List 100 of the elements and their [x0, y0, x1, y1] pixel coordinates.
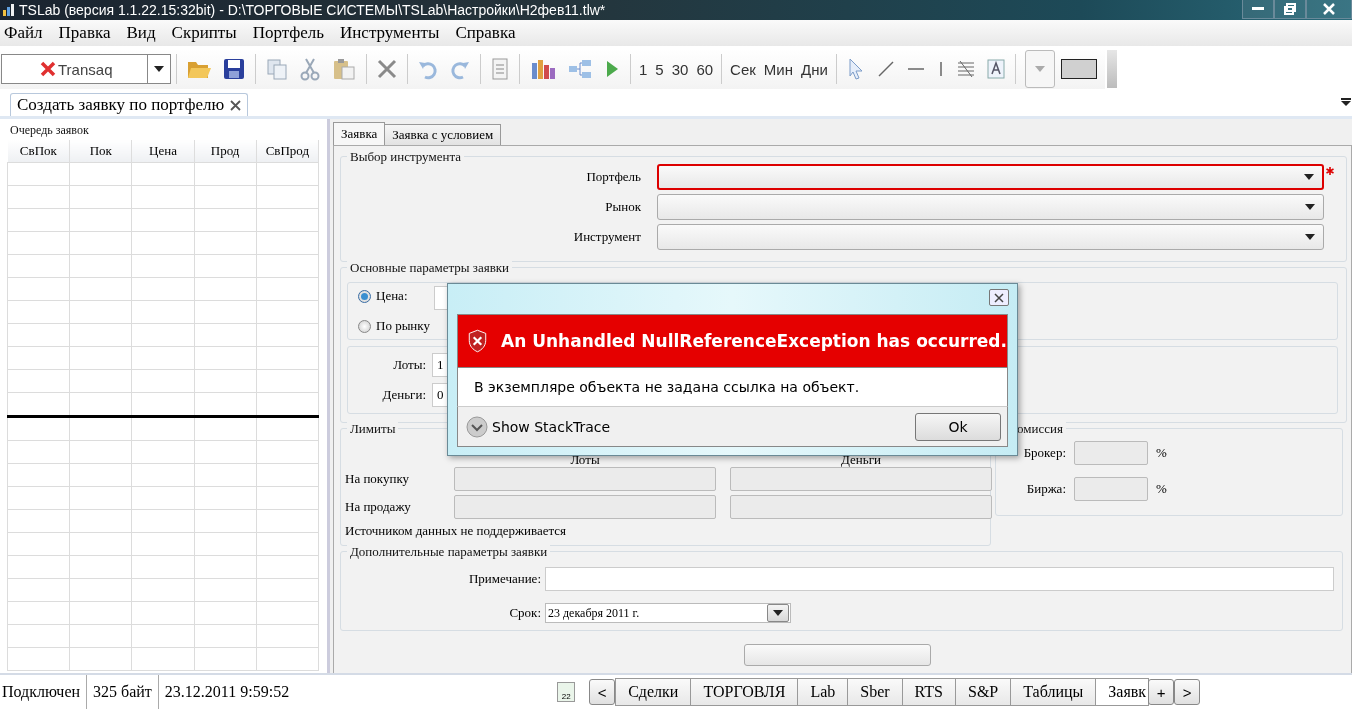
connection-status: Подключен: [0, 675, 88, 709]
panel-title: Очередь заявок: [10, 123, 90, 138]
dropdown-field[interactable]: [657, 194, 1324, 220]
workspace-tab[interactable]: Sber: [847, 678, 903, 706]
toolbar-grip[interactable]: [1106, 50, 1117, 88]
stack-trace-toggle[interactable]: Show StackTrace: [466, 415, 611, 438]
caret-icon: [773, 610, 783, 616]
workspace-tab[interactable]: ТОРГОВЛЯ: [690, 678, 799, 706]
field-label: Портфель: [585, 169, 642, 185]
menu-item[interactable]: Скрипты: [167, 23, 249, 43]
unit-label: %: [1156, 481, 1168, 497]
field-label: Биржа:: [1025, 481, 1066, 497]
interval-button[interactable]: 1: [636, 58, 651, 80]
menu-item[interactable]: Вид: [122, 23, 168, 43]
limit-field[interactable]: [454, 467, 716, 491]
row-label: На покупку: [345, 471, 411, 487]
dropdown-field[interactable]: [657, 224, 1324, 250]
caret-icon: [1305, 204, 1315, 210]
connector-dropdown[interactable]: Transaq: [1, 54, 171, 84]
minimize-button[interactable]: [1242, 0, 1274, 19]
menu-item[interactable]: Портфель: [248, 23, 336, 43]
radio-option[interactable]: Цена:: [358, 286, 434, 306]
workspace-tab[interactable]: Таблицы: [1010, 678, 1097, 706]
radio-button[interactable]: [358, 319, 371, 333]
required-icon: [1326, 167, 1334, 175]
field-label: Инструмент: [572, 229, 642, 245]
window-title: TSLab (версия 1.1.22.15:32bit) - D:\ТОРГОВЫЕ СИСТЕМЫ\TSLab\Настройки\H2фев11.tlw*: [19, 2, 606, 18]
interval-button[interactable]: 30: [668, 58, 692, 80]
commission-field[interactable]: [1074, 477, 1148, 501]
column-header[interactable]: Пок: [69, 140, 132, 163]
field-label: Лоты:: [392, 357, 427, 373]
unit-button[interactable]: Дни: [798, 58, 831, 80]
row-label: На продажу: [345, 499, 412, 515]
color-swatch[interactable]: [1060, 59, 1097, 79]
commission-field[interactable]: [1074, 441, 1148, 465]
close-icon: [994, 292, 1004, 303]
workspace-tab[interactable]: S&P: [955, 678, 1012, 706]
workspace-tab[interactable]: RTS: [901, 678, 956, 706]
calendar-icon[interactable]: 22: [557, 682, 576, 702]
workspace-tab[interactable]: Lab: [797, 678, 849, 706]
caret-icon: [154, 66, 164, 72]
limit-field[interactable]: [730, 467, 992, 491]
column-header[interactable]: Цена: [131, 140, 195, 163]
date-picker[interactable]: 23 декабря 2011 г.: [545, 603, 791, 623]
minimize-icon: [1252, 7, 1264, 11]
app-icon: [3, 4, 15, 16]
info-text: Источником данных не поддерживается: [345, 523, 568, 539]
limit-field[interactable]: [454, 495, 716, 519]
column-header[interactable]: СвПок: [7, 140, 70, 163]
radio-option[interactable]: По рынку: [358, 316, 434, 336]
cross-icon: [40, 60, 56, 78]
document-tab[interactable]: Создать заявку по портфелю: [10, 93, 249, 116]
field-label: Примечание:: [467, 571, 541, 587]
restore-button[interactable]: [1274, 0, 1306, 19]
dropdown-field[interactable]: [657, 164, 1324, 190]
add-tab-button[interactable]: +: [1148, 679, 1175, 705]
group-title: Выбор инструмента: [347, 149, 464, 165]
previous-button[interactable]: <: [589, 679, 616, 705]
form-tab[interactable]: Заявка с условием: [384, 124, 502, 145]
field-label: Срок:: [508, 605, 541, 621]
next-button[interactable]: >: [1174, 679, 1201, 705]
dialog-heading: An Unhandled NullReferenceException has occurred.: [501, 331, 1007, 351]
unit-label: %: [1156, 445, 1168, 461]
field-label: Рынок: [604, 199, 642, 215]
error-message: В экземпляре объекта не задана ссылка на объект.: [474, 379, 860, 395]
interval-button[interactable]: 60: [693, 58, 717, 80]
menu-item[interactable]: Инструменты: [336, 23, 452, 43]
menu-item[interactable]: Правка: [54, 23, 123, 43]
close-button[interactable]: [989, 289, 1009, 306]
form-tab[interactable]: Заявка: [333, 122, 386, 145]
close-button[interactable]: [1306, 0, 1352, 19]
caret-icon: [1304, 174, 1314, 180]
interval-button[interactable]: 5: [652, 58, 667, 80]
field-label: Деньги:: [381, 387, 427, 403]
limit-field[interactable]: [730, 495, 992, 519]
menu-item[interactable]: Справка: [451, 23, 528, 43]
workspace-tab[interactable]: Сделки: [615, 678, 692, 706]
restore-icon: [1284, 3, 1296, 15]
caret-icon: [1305, 234, 1315, 240]
unit-button[interactable]: Сек: [727, 58, 759, 80]
column-header[interactable]: Прод: [194, 140, 257, 163]
overflow-icon[interactable]: [1341, 98, 1351, 106]
unit-button[interactable]: Мин: [760, 58, 796, 80]
field-label: Брокер:: [1022, 445, 1066, 461]
column-header: Деньги: [840, 453, 882, 466]
group-title: Дополнительные параметры заявки: [347, 544, 551, 560]
column-header[interactable]: СвПрод: [256, 140, 319, 163]
ok-button[interactable]: Ok: [915, 412, 1001, 441]
close-icon: [1323, 3, 1335, 15]
radio-button[interactable]: [358, 289, 371, 303]
action-button[interactable]: [744, 644, 931, 666]
workspace-tab[interactable]: Заявк: [1095, 678, 1150, 706]
status-time: 23.12.2011 9:59:52: [163, 682, 291, 702]
column-header: Лоты: [569, 453, 601, 466]
close-icon[interactable]: [230, 99, 242, 111]
chevron-down-icon: [466, 415, 488, 438]
group-title: Основные параметры заявки: [347, 260, 513, 276]
note-field[interactable]: [545, 567, 1334, 591]
color-dropdown[interactable]: [1024, 50, 1055, 88]
menu-item[interactable]: Файл: [0, 23, 55, 43]
